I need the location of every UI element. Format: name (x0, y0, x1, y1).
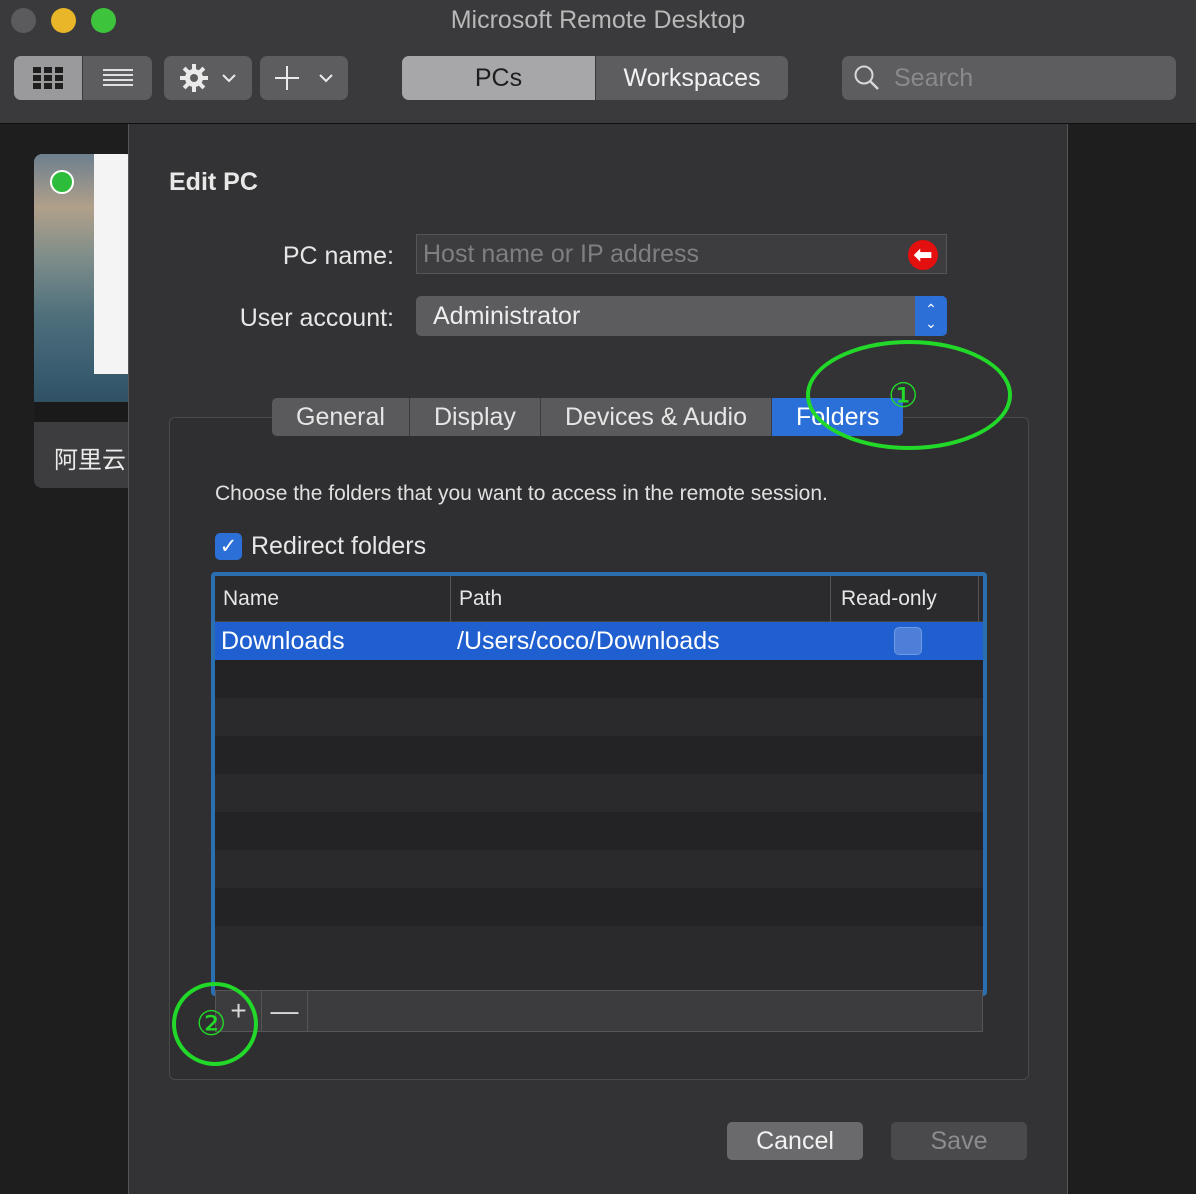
redirect-folders-row: ✓ Redirect folders (215, 532, 426, 561)
tab-pcs[interactable]: PCs (402, 56, 596, 100)
select-stepper-icon: ⌃ ⌄ (915, 296, 947, 336)
tab-general[interactable]: General (272, 398, 410, 436)
chevron-down-icon (319, 74, 333, 83)
pc-name-field: ⬅ (416, 234, 947, 274)
empty-row (215, 698, 983, 736)
column-header-name[interactable]: Name (215, 576, 451, 622)
add-menu-content (260, 56, 348, 100)
user-account-select[interactable]: Administrator ⌃ ⌄ (416, 296, 947, 336)
grid-view-button[interactable] (14, 56, 83, 100)
warning-arrow-icon: ⬅ (908, 240, 938, 270)
empty-row (215, 888, 983, 926)
read-only-cell (831, 622, 979, 660)
edit-pc-dialog: Edit PC PC name: ⬅ User account: Adminis… (128, 124, 1068, 1194)
folders-table: Name Path Read-only Downloads /Users/coc… (211, 572, 987, 996)
cancel-button[interactable]: Cancel (727, 1122, 863, 1160)
table-header: Name Path Read-only (215, 576, 983, 622)
folder-name-cell: Downloads (221, 626, 345, 655)
redirect-folders-checkbox[interactable]: ✓ (215, 533, 242, 560)
empty-row (215, 926, 983, 964)
view-mode-toggle (14, 56, 152, 100)
status-indicator-icon (50, 170, 74, 194)
column-header-read-only[interactable]: Read-only (831, 576, 979, 622)
pc-tile-label: 阿里云 (54, 447, 126, 474)
tab-devices-audio[interactable]: Devices & Audio (541, 398, 772, 436)
user-account-label: User account: (239, 304, 394, 332)
pc-thumbnail (34, 154, 134, 422)
thumbnail-taskbar (34, 402, 134, 422)
tab-display[interactable]: Display (410, 398, 541, 436)
grid-icon (33, 67, 63, 89)
empty-row (215, 812, 983, 850)
empty-row (215, 660, 983, 698)
list-icon (102, 69, 133, 86)
annotation-marker-2: ② (196, 1004, 227, 1044)
empty-row (215, 736, 983, 774)
add-menu-button[interactable] (260, 56, 348, 100)
gear-icon (180, 64, 208, 92)
list-view-button[interactable] (83, 56, 152, 100)
column-header-path[interactable]: Path (451, 576, 831, 622)
pc-name-label: PC name: (282, 242, 394, 270)
save-button[interactable]: Save (891, 1122, 1027, 1160)
settings-menu-content (164, 56, 252, 100)
search-icon (854, 65, 879, 90)
search-box (842, 56, 1176, 100)
window-title: Microsoft Remote Desktop (450, 6, 746, 34)
table-toolbar: + — (215, 990, 983, 1032)
table-row[interactable]: Downloads /Users/coco/Downloads (215, 622, 983, 660)
empty-row (215, 850, 983, 888)
remove-folder-button[interactable]: — (262, 991, 308, 1031)
read-only-checkbox[interactable] (894, 627, 922, 655)
tab-workspaces[interactable]: Workspaces (596, 56, 788, 100)
search-input[interactable] (894, 63, 1164, 93)
user-account-value: Administrator (433, 301, 581, 330)
main-tabs: PCs Workspaces (402, 56, 788, 100)
settings-menu-button[interactable] (164, 56, 252, 100)
dialog-title: Edit PC (169, 168, 258, 196)
folder-path-cell: /Users/coco/Downloads (457, 626, 720, 655)
chevron-down-icon (222, 74, 236, 83)
titlebar: Microsoft Remote Desktop PCs Workspaces … (0, 0, 1196, 124)
plus-icon (275, 66, 299, 90)
redirect-folders-label: Redirect folders (251, 532, 427, 560)
pc-tile[interactable]: 阿里云 (34, 154, 134, 488)
folders-description: Choose the folders that you want to acce… (215, 482, 828, 505)
pc-name-input[interactable] (417, 235, 897, 273)
annotation-marker-1: ① (888, 376, 919, 416)
empty-row (215, 774, 983, 812)
